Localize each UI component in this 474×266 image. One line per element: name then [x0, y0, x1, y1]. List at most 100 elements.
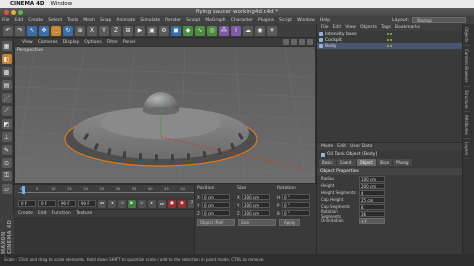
- menu-snap[interactable]: Snap: [100, 18, 111, 23]
- rotation-b-field[interactable]: 0 °: [282, 210, 310, 216]
- side-tab-attributes[interactable]: Attributes: [463, 112, 470, 139]
- om-menu-tags[interactable]: Tags: [381, 25, 391, 30]
- apply-button[interactable]: Apply: [279, 219, 301, 226]
- side-tab-layers[interactable]: Layers: [463, 139, 470, 160]
- render-settings-icon[interactable]: ⚙: [159, 25, 169, 36]
- recent-tools-icon[interactable]: ⊕: [75, 25, 85, 36]
- z-axis-icon[interactable]: Z: [111, 25, 121, 36]
- visibility-dots[interactable]: [387, 33, 392, 35]
- edges-mode-icon[interactable]: ⟋: [1, 106, 12, 116]
- close-window-button[interactable]: [4, 9, 9, 15]
- object-row-body[interactable]: Body: [317, 43, 462, 49]
- tab-phong[interactable]: Phong: [393, 159, 412, 166]
- menu-tools[interactable]: Tools: [67, 18, 78, 23]
- am-menu-mode[interactable]: Mode: [321, 144, 333, 149]
- position-z-field[interactable]: 0 cm: [202, 210, 230, 216]
- window-menu[interactable]: Window: [50, 1, 72, 7]
- om-menu-edit[interactable]: Edit: [333, 25, 342, 30]
- visibility-dots[interactable]: [387, 45, 392, 47]
- material-menu-texture[interactable]: Texture: [76, 211, 92, 216]
- am-menu-edit[interactable]: Edit: [337, 144, 346, 149]
- rotate-tool-icon[interactable]: ↻: [63, 25, 73, 36]
- locked-workplane-icon[interactable]: ⚿: [1, 171, 12, 181]
- radius-field[interactable]: 100 cm: [359, 175, 385, 182]
- menu-help[interactable]: Help: [320, 18, 330, 23]
- om-menu-file[interactable]: File: [321, 25, 329, 30]
- previous-frame-icon[interactable]: ◃: [118, 199, 126, 208]
- make-editable-icon[interactable]: ▦: [1, 41, 12, 51]
- menu-animate[interactable]: Animate: [116, 18, 135, 23]
- toggle-panel-icon[interactable]: [307, 39, 313, 45]
- render-view-icon[interactable]: ▶: [135, 25, 145, 36]
- scene-icon[interactable]: ☁: [243, 25, 253, 36]
- menu-plugins[interactable]: Plugins: [258, 18, 274, 23]
- timeline-playhead[interactable]: [22, 186, 25, 194]
- menu-file[interactable]: File: [2, 18, 10, 23]
- height-segments-field[interactable]: 4: [359, 189, 385, 196]
- light-icon[interactable]: ☀: [267, 25, 277, 36]
- size-z-field[interactable]: 200 cm: [242, 210, 270, 216]
- perspective-viewport[interactable]: Perspective: [14, 46, 316, 184]
- max-frame-field[interactable]: 90 F: [78, 200, 96, 207]
- visibility-dots[interactable]: [387, 39, 392, 41]
- menu-edit[interactable]: Edit: [15, 18, 24, 23]
- view-menu-panel[interactable]: Panel: [123, 40, 135, 45]
- tab-slice[interactable]: Slice: [376, 159, 393, 166]
- scale-tool-icon[interactable]: ⬚: [51, 25, 61, 36]
- planar-workplane-icon[interactable]: ▱: [1, 184, 12, 194]
- menu-select[interactable]: Select: [48, 18, 62, 23]
- menu-simulate[interactable]: Simulate: [140, 18, 160, 23]
- orbit-view-icon[interactable]: [299, 39, 305, 45]
- om-menu-objects[interactable]: Objects: [360, 25, 377, 30]
- rotation-h-field[interactable]: 0 °: [282, 194, 310, 200]
- next-frame-icon[interactable]: ▹: [138, 199, 146, 208]
- side-tab-content-browser[interactable]: Content Browser: [463, 46, 470, 87]
- tab-object[interactable]: Object: [356, 159, 376, 166]
- rotation-p-field[interactable]: 0 °: [282, 202, 310, 208]
- go-to-end-icon[interactable]: ⏭: [158, 199, 166, 208]
- material-menu-edit[interactable]: Edit: [38, 211, 47, 216]
- start-frame-field[interactable]: 0 F: [18, 200, 36, 207]
- view-menu-view[interactable]: View: [22, 40, 33, 45]
- menu-create[interactable]: Create: [28, 18, 43, 23]
- minimize-window-button[interactable]: [11, 9, 16, 15]
- menu-window[interactable]: Window: [297, 18, 315, 23]
- current-frame-field[interactable]: 0 F: [38, 200, 56, 207]
- menu-script[interactable]: Script: [279, 18, 292, 23]
- zoom-window-button[interactable]: [18, 9, 23, 15]
- autokey-icon[interactable]: ◉: [178, 199, 186, 208]
- size-mode-dropdown[interactable]: Size: [238, 219, 276, 226]
- texture-mode-icon[interactable]: ▩: [1, 67, 12, 77]
- position-x-field[interactable]: 0 cm: [202, 194, 230, 200]
- snap-icon[interactable]: ⊙: [1, 158, 12, 168]
- next-key-icon[interactable]: ▸: [148, 199, 156, 208]
- live-selection-icon[interactable]: ↖: [27, 25, 37, 36]
- spline-icon[interactable]: ∿: [195, 25, 205, 36]
- coordinate-system-icon[interactable]: ⊞: [123, 25, 133, 36]
- am-menu-user-data[interactable]: User Data: [350, 144, 372, 149]
- tab-coord[interactable]: Coord.: [336, 159, 356, 166]
- view-menu-display[interactable]: Display: [63, 40, 80, 45]
- points-mode-icon[interactable]: ⋰: [1, 93, 12, 103]
- model-mode-icon[interactable]: ◧: [1, 54, 12, 64]
- cap-segments-field[interactable]: 8: [359, 203, 385, 210]
- redo-icon[interactable]: ↷: [15, 25, 25, 36]
- side-tab-structure[interactable]: Structure: [463, 87, 470, 113]
- deformer-icon[interactable]: ⌇: [231, 25, 241, 36]
- cap-height-field[interactable]: 25 cm: [359, 196, 385, 203]
- axis-mode-icon[interactable]: ⊥: [1, 132, 12, 142]
- go-to-start-icon[interactable]: ⏮: [98, 199, 106, 208]
- move-tool-icon[interactable]: ✥: [39, 25, 49, 36]
- workplane-icon[interactable]: ▤: [1, 80, 12, 90]
- app-menu[interactable]: CINEMA 4D: [10, 1, 44, 7]
- end-frame-field[interactable]: 90 F: [58, 200, 76, 207]
- menu-render[interactable]: Render: [165, 18, 181, 23]
- undo-icon[interactable]: ↶: [3, 25, 13, 36]
- menu-sculpt[interactable]: Sculpt: [186, 18, 200, 23]
- array-icon[interactable]: ⁂: [219, 25, 229, 36]
- subdivision-surface-icon[interactable]: ◆: [183, 25, 193, 36]
- view-menu-options[interactable]: Options: [84, 40, 101, 45]
- zoom-view-icon[interactable]: [291, 39, 297, 45]
- size-x-field[interactable]: 200 cm: [242, 194, 270, 200]
- record-icon[interactable]: ●: [168, 199, 176, 208]
